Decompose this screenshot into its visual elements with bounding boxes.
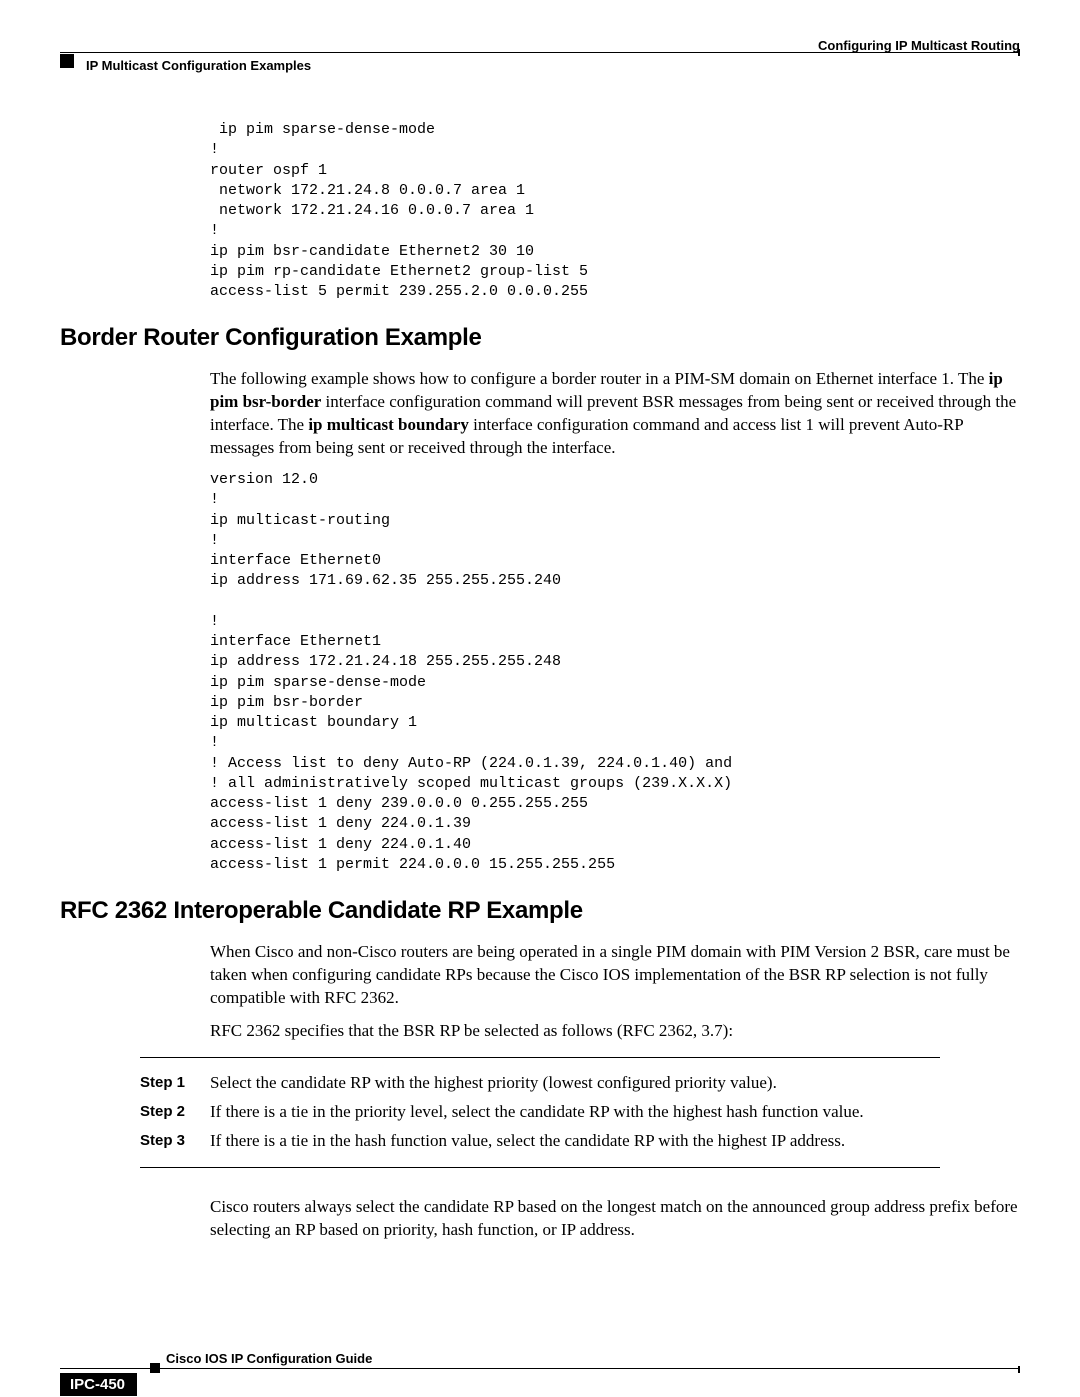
footer-book-title: Cisco IOS IP Configuration Guide [166, 1351, 372, 1366]
heading-rfc2362: RFC 2362 Interoperable Candidate RP Exam… [60, 897, 1020, 925]
section2-paragraph3: Cisco routers always select the candidat… [210, 1196, 1020, 1242]
step-row: Step 2 If there is a tie in the priority… [140, 1101, 1020, 1124]
step-label: Step 3 [140, 1130, 210, 1153]
section1-paragraph: The following example shows how to confi… [210, 368, 1020, 460]
steps-rule-bottom [140, 1167, 940, 1168]
code-block-1: ip pim sparse-dense-mode ! router ospf 1… [210, 120, 1020, 302]
page-number: IPC-450 [60, 1373, 137, 1396]
step-text: If there is a tie in the priority level,… [210, 1101, 864, 1124]
running-head-rule [60, 52, 1020, 53]
running-head: Configuring IP Multicast Routing IP Mult… [60, 38, 1020, 70]
command-name: ip multicast boundary [308, 415, 469, 434]
footer: Cisco IOS IP Configuration Guide IPC-450 [60, 1368, 1020, 1369]
content: ip pim sparse-dense-mode ! router ospf 1… [60, 120, 1020, 1241]
running-head-module: Configuring IP Multicast Routing [818, 38, 1020, 53]
running-head-tick [1018, 49, 1020, 56]
step-text: Select the candidate RP with the highest… [210, 1072, 777, 1095]
running-head-square-icon [60, 54, 74, 68]
running-head-section: IP Multicast Configuration Examples [86, 58, 311, 73]
footer-square-icon [150, 1363, 160, 1373]
page: Configuring IP Multicast Routing IP Mult… [0, 0, 1080, 1397]
step-label: Step 1 [140, 1072, 210, 1095]
footer-tick [1018, 1366, 1020, 1373]
para-text: The following example shows how to confi… [210, 369, 989, 388]
section2-paragraph1: When Cisco and non-Cisco routers are bei… [210, 941, 1020, 1010]
section2-paragraph2: RFC 2362 specifies that the BSR RP be se… [210, 1020, 1020, 1043]
code-block-2: version 12.0 ! ip multicast-routing ! in… [210, 470, 1020, 875]
heading-border-router: Border Router Configuration Example [60, 324, 1020, 352]
step-row: Step 1 Select the candidate RP with the … [140, 1072, 1020, 1095]
step-text: If there is a tie in the hash function v… [210, 1130, 845, 1153]
steps-rule-top [140, 1057, 940, 1058]
step-row: Step 3 If there is a tie in the hash fun… [140, 1130, 1020, 1153]
footer-rule: Cisco IOS IP Configuration Guide IPC-450 [60, 1368, 1020, 1369]
step-label: Step 2 [140, 1101, 210, 1124]
